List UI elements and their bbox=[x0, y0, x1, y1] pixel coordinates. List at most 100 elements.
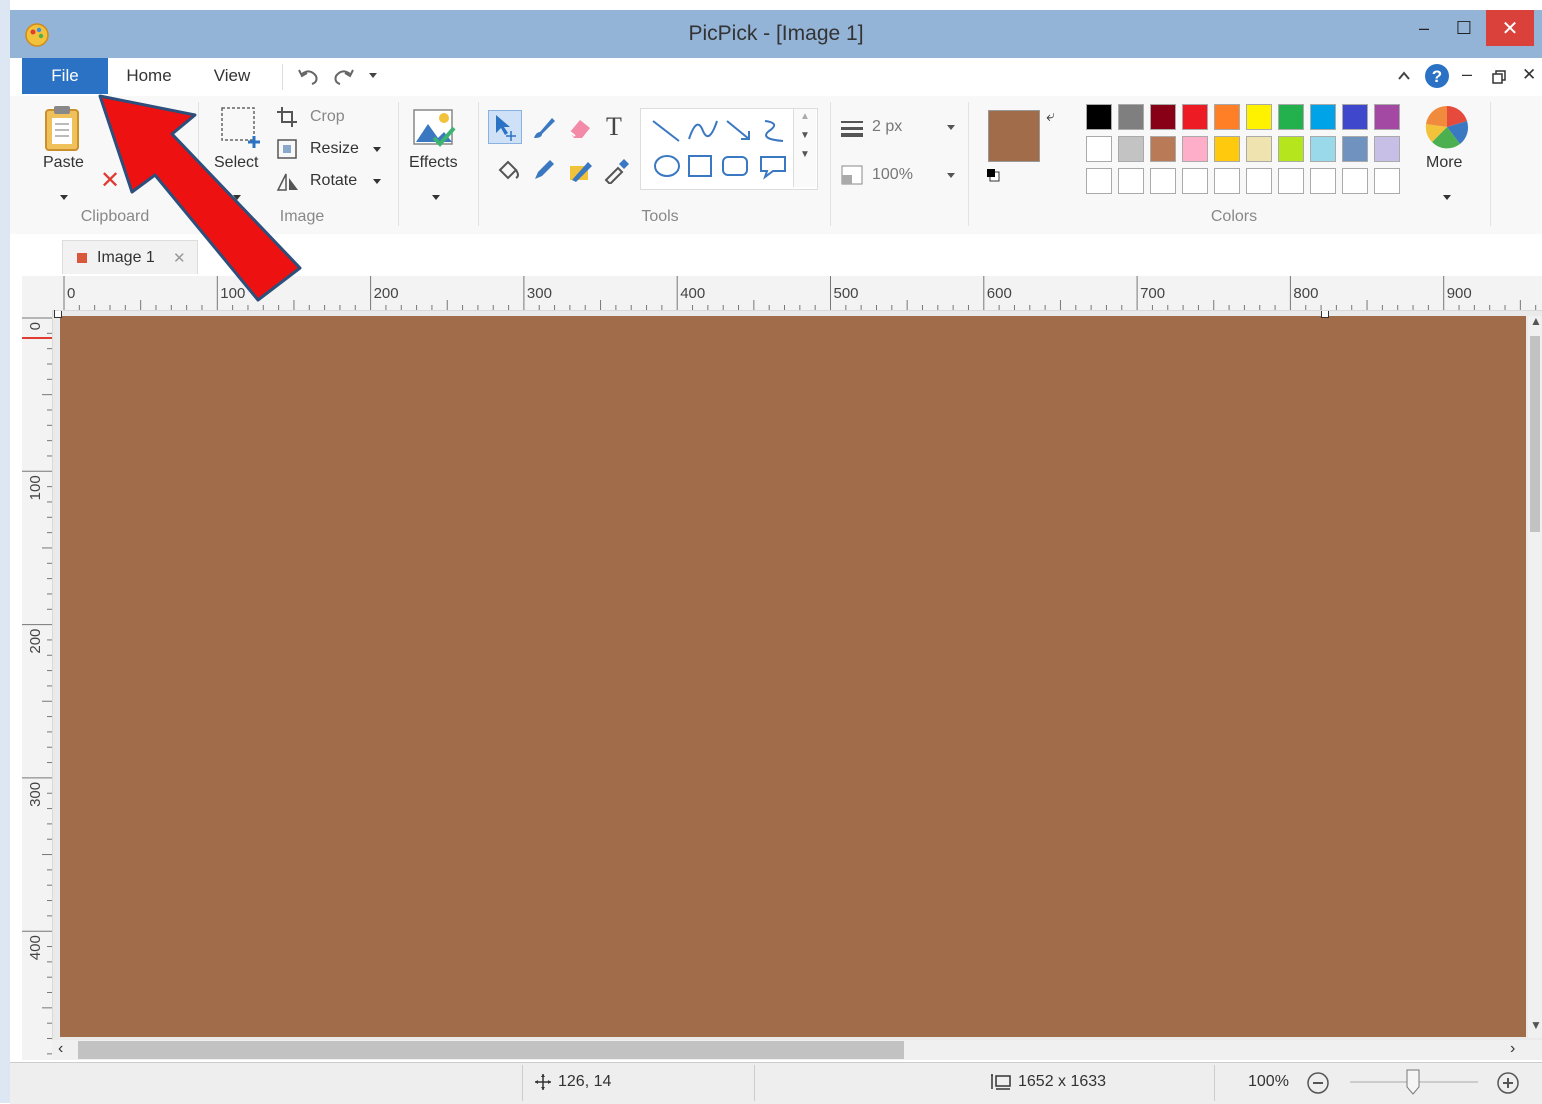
color-swatch[interactable] bbox=[1310, 104, 1336, 130]
customize-quick-access-icon[interactable] bbox=[368, 70, 378, 80]
foreground-color-swatch[interactable] bbox=[988, 110, 1040, 162]
tab-view[interactable]: View bbox=[194, 58, 270, 94]
color-swatch[interactable] bbox=[1150, 136, 1176, 162]
tab-file[interactable]: File bbox=[22, 58, 108, 94]
color-swatch[interactable] bbox=[1118, 104, 1144, 130]
color-swatch[interactable] bbox=[1182, 136, 1208, 162]
color-swatch[interactable] bbox=[1118, 168, 1144, 194]
document-tab-close-icon[interactable]: ✕ bbox=[173, 249, 186, 267]
color-swatch[interactable] bbox=[1246, 136, 1272, 162]
text-tool-icon[interactable]: T bbox=[606, 112, 622, 142]
color-swatch[interactable] bbox=[1246, 168, 1272, 194]
paste-dropdown-icon[interactable] bbox=[59, 194, 69, 202]
redo-icon[interactable] bbox=[330, 64, 356, 88]
fill-bucket-icon[interactable] bbox=[494, 156, 522, 184]
color-swatch[interactable] bbox=[1342, 168, 1368, 194]
select-icon[interactable] bbox=[220, 106, 264, 150]
more-colors-icon[interactable] bbox=[1424, 104, 1470, 150]
select-button[interactable]: Select bbox=[214, 154, 258, 172]
collapse-ribbon-icon[interactable] bbox=[1396, 68, 1412, 84]
line-width-dropdown-icon[interactable] bbox=[946, 124, 956, 132]
zoom-in-icon[interactable] bbox=[1496, 1071, 1520, 1095]
resize-handle[interactable] bbox=[54, 310, 62, 318]
effects-icon[interactable] bbox=[410, 104, 458, 152]
color-swatch[interactable] bbox=[1246, 104, 1272, 130]
closed-shapes[interactable] bbox=[649, 151, 799, 181]
resize-handle[interactable] bbox=[1321, 310, 1329, 318]
pointer-tool-button[interactable] bbox=[488, 110, 522, 144]
maximize-button[interactable]: ☐ bbox=[1446, 10, 1482, 46]
color-swatch[interactable] bbox=[1086, 168, 1112, 194]
shapes-scroll[interactable]: ▲ ▼ ▼ bbox=[793, 109, 816, 187]
zoom-slider-thumb[interactable] bbox=[1406, 1069, 1420, 1095]
delete-button[interactable]: D bbox=[134, 172, 146, 190]
color-swatch[interactable] bbox=[1278, 104, 1304, 130]
vertical-scroll-thumb[interactable] bbox=[1530, 336, 1540, 532]
swap-colors-icon[interactable]: ⤶ bbox=[1046, 108, 1055, 126]
color-swatch[interactable] bbox=[1310, 168, 1336, 194]
color-swatch[interactable] bbox=[1374, 168, 1400, 194]
brush-icon[interactable] bbox=[530, 114, 558, 142]
color-swatch[interactable] bbox=[1214, 168, 1240, 194]
more-colors-dropdown-icon[interactable] bbox=[1442, 194, 1452, 202]
color-swatch[interactable] bbox=[1150, 104, 1176, 130]
color-swatch[interactable] bbox=[1374, 104, 1400, 130]
minimize-button[interactable]: – bbox=[1406, 10, 1442, 46]
default-colors-icon[interactable] bbox=[986, 168, 1000, 182]
paste-icon[interactable] bbox=[38, 104, 86, 152]
eraser-icon[interactable] bbox=[566, 116, 594, 140]
rotate-dropdown-icon[interactable] bbox=[372, 178, 382, 186]
highlighter-icon[interactable] bbox=[566, 156, 594, 184]
resize-dropdown-icon[interactable] bbox=[372, 146, 382, 154]
tab-home[interactable]: Home bbox=[108, 58, 190, 94]
opacity-value[interactable]: 100% bbox=[872, 166, 913, 184]
resize-button[interactable]: Resize bbox=[310, 140, 359, 158]
line-width-value[interactable]: 2 px bbox=[872, 118, 902, 136]
doc-minimize-button[interactable]: – bbox=[1462, 64, 1472, 85]
scroll-left-icon[interactable]: ‹ bbox=[58, 1040, 63, 1058]
help-icon[interactable]: ? bbox=[1424, 63, 1450, 89]
doc-close-button[interactable]: ✕ bbox=[1522, 65, 1536, 85]
scroll-right-icon[interactable]: › bbox=[1510, 1040, 1515, 1058]
pencil-icon[interactable] bbox=[530, 156, 558, 184]
color-swatch[interactable] bbox=[1278, 168, 1304, 194]
more-colors-button[interactable]: More bbox=[1426, 154, 1462, 172]
scroll-up-icon[interactable]: ▲ bbox=[1530, 314, 1542, 328]
opacity-dropdown-icon[interactable] bbox=[946, 172, 956, 180]
color-swatch[interactable] bbox=[1118, 136, 1144, 162]
doc-restore-icon[interactable] bbox=[1492, 70, 1506, 84]
effects-button[interactable]: Effects bbox=[409, 154, 458, 172]
color-swatch[interactable] bbox=[1086, 136, 1112, 162]
line-shapes[interactable] bbox=[649, 115, 799, 145]
line-width-icon[interactable] bbox=[840, 118, 864, 138]
color-swatch[interactable] bbox=[1214, 104, 1240, 130]
undo-icon[interactable] bbox=[296, 64, 322, 88]
paste-button[interactable]: Paste bbox=[43, 154, 84, 172]
color-swatch[interactable] bbox=[1214, 136, 1240, 162]
color-swatch[interactable] bbox=[1150, 168, 1176, 194]
color-picker-icon[interactable] bbox=[602, 156, 630, 184]
color-swatch[interactable] bbox=[1278, 136, 1304, 162]
zoom-out-icon[interactable] bbox=[1306, 1071, 1330, 1095]
color-swatch[interactable] bbox=[1182, 168, 1208, 194]
close-button[interactable]: ✕ bbox=[1486, 10, 1534, 46]
select-dropdown-icon[interactable] bbox=[232, 194, 242, 202]
color-swatch[interactable] bbox=[1342, 136, 1368, 162]
color-swatch[interactable] bbox=[1182, 104, 1208, 130]
color-swatch[interactable] bbox=[1374, 136, 1400, 162]
horizontal-scroll-thumb[interactable] bbox=[78, 1041, 904, 1059]
crop-button[interactable]: Crop bbox=[310, 108, 345, 126]
color-swatch[interactable] bbox=[1310, 136, 1336, 162]
scroll-down-icon[interactable]: ▼ bbox=[1530, 1018, 1542, 1032]
crop-icon[interactable] bbox=[276, 106, 298, 128]
effects-dropdown-icon[interactable] bbox=[431, 194, 441, 202]
delete-icon[interactable]: ✕ bbox=[100, 166, 120, 195]
opacity-icon[interactable] bbox=[840, 164, 864, 186]
rotate-icon[interactable] bbox=[276, 170, 300, 192]
document-tab[interactable]: Image 1 ✕ bbox=[62, 240, 198, 274]
image-canvas[interactable] bbox=[60, 316, 1526, 1037]
resize-icon[interactable] bbox=[276, 138, 298, 160]
rotate-button[interactable]: Rotate bbox=[310, 172, 357, 190]
color-swatch[interactable] bbox=[1086, 104, 1112, 130]
color-swatch[interactable] bbox=[1342, 104, 1368, 130]
